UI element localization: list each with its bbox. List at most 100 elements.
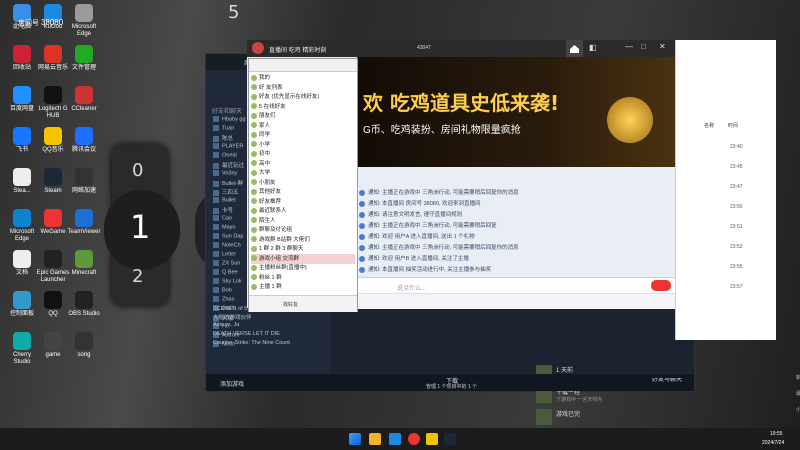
gamepad-icon[interactable]: ◧ [589,43,597,52]
card-sub: 了游戏中 一言天呀内 [556,397,603,403]
clock-time[interactable]: 19:55 [770,431,783,437]
desktop-icon[interactable]: 网络加速 [66,168,102,195]
qq-contact-item[interactable]: 好友推荐 [251,197,355,207]
desktop-icon[interactable]: song [66,332,102,359]
steam-friend-label: 三四五 [222,190,239,196]
chat-message: 通知: 本直播间 房间号 38080, 欢迎来到直播间 [359,199,659,209]
desktop-icon[interactable]: OBS Studio [66,291,102,318]
file-row[interactable]: 23:55 [680,264,770,274]
taskbar-steam-icon[interactable] [444,433,456,445]
desktop-icon-label: Minecraft [71,270,97,276]
qq-contact-item[interactable]: 朋友们 [251,111,355,121]
steam-right-item[interactable]: 最近 3次 [796,390,800,397]
file-col-name[interactable]: 名称 [704,122,714,129]
qq-contact-item[interactable]: 我的 [251,73,355,83]
qq-find-friends[interactable]: 找好友 [283,301,298,308]
home-icon-svg [570,45,579,53]
qq-contact-item[interactable]: 1 群 2 群 3 群聊天 [251,244,355,254]
promo-banner[interactable]: 欢 吃鸡道具史低来袭! G币、吃鸡装扮、房间礼物限量疯抢 [357,57,675,167]
qq-contact-item[interactable]: 游戏群 B站群 大佬们 [251,235,355,245]
chat-message-text: 通知: 请注意文明发言, 遵守直播间规则 [368,212,463,218]
qq-contact-label: 粉丝 1 群 [259,274,282,281]
qq-contact-item[interactable]: 陌生人 [251,216,355,226]
qq-contact-item[interactable]: 5 在线好友 [251,102,355,112]
desktop-icon[interactable]: Minecraft [66,250,102,277]
app-icon [75,332,93,350]
start-icon[interactable] [349,433,361,445]
file-row[interactable]: 23:45 [680,164,770,174]
app-icon [75,209,93,227]
steam-friend-label: Oneal [222,152,237,159]
keypad-digit-5[interactable]: 5 [228,2,239,23]
file-col-time[interactable]: 时间 [728,122,738,129]
qq-contact-item[interactable]: 其他好友 [251,187,355,197]
qq-contact-item[interactable]: 好 友列表 [251,83,355,93]
gift-bar [357,293,675,309]
file-row[interactable]: 23:51 [680,224,770,234]
steam-game-item[interactable]: Counter-Strike: The Nine Count [213,340,325,349]
chat-input[interactable]: 说点什么... [397,283,426,292]
desktop-icon[interactable]: 文件管理 [66,45,102,72]
qq-contact-item[interactable]: 同学 [251,130,355,140]
steam-game-item[interactable]: Astrum, Ja [213,322,325,331]
qq-contact-item[interactable]: 最近联系人 [251,206,355,216]
file-row[interactable]: 23:50 [680,204,770,214]
qq-contact-label: 群聊及讨论组 [259,227,293,233]
qq-contact-item[interactable]: 小学 [251,140,355,150]
qq-contact-item[interactable]: 初中 [251,149,355,159]
card-thumbnail [536,409,552,425]
taskbar-kugou-icon[interactable] [389,433,401,445]
qq-contact-label: 游戏群 B站群 大佬们 [259,236,310,243]
taskbar-files-icon[interactable] [369,433,381,445]
qq-contact-item[interactable]: 群聊及讨论组 [251,225,355,235]
app-icon [44,332,62,350]
keypad-digit-2[interactable]: 2 [132,266,143,287]
taskbar-chrome-icon[interactable] [408,433,420,445]
qq-contact-item[interactable]: 游戏小组 交流群 [251,253,355,264]
file-row[interactable]: 23:47 [680,184,770,194]
add-game-button[interactable]: 添加游戏 [220,379,244,388]
steam-game-item[interactable]: DEATH VERSE LET IT DIE [213,331,325,340]
minimize-icon[interactable]: — [625,42,633,51]
steam-right-item[interactable]: 小猫猫 [796,406,800,413]
steam-game-item[interactable]: 大咖的游戏伙伴 [213,313,325,322]
steam-news-card[interactable]: 游戏已完 [536,408,646,426]
maximize-icon[interactable]: □ [641,42,646,51]
steam-right-item[interactable]: 新闻 资讯 [796,374,800,381]
keypad-digit-1[interactable]: 1 [130,208,150,246]
qq-contact-label: 好 友列表 [259,84,283,91]
steam-bottom-list: SCENE 1 of 5,NOTE 1 · 在线信息1123大咖的游戏伙伴Ast… [206,304,331,374]
home-icon[interactable] [566,40,583,57]
qq-contact-item[interactable]: 大学 [251,168,355,178]
qq-contact-item[interactable]: 主播粉丝群(直播中) [251,263,355,273]
qq-contact-item[interactable]: 粉丝 1 群 [251,273,355,283]
keypad-digit-0[interactable]: 0 [132,160,143,181]
qq-contact-item[interactable]: 家人 [251,121,355,131]
desktop-icon[interactable]: 腾讯会议 [66,127,102,154]
qq-contact-item[interactable]: 小朋友 [251,178,355,188]
friends-chat-button[interactable]: 好友与聊天 [652,378,682,383]
file-row[interactable]: 23:53 [680,244,770,254]
steam-friend-label: Bullet [222,197,236,204]
desktop-icon[interactable]: CCleaner [66,86,102,113]
desktop-icon[interactable]: TeamViewer [66,209,102,236]
desktop-icon[interactable]: Microsoft Edge [66,4,102,38]
steam-friend-label: NoteCh [222,242,241,249]
qq-contact-item[interactable]: 高中 [251,159,355,169]
steam-friend-label: Vo3ny [222,170,238,177]
qq-contact-item[interactable]: 主播 1 群 [251,282,355,292]
contact-avatar-icon [251,141,257,148]
file-row[interactable]: 23:40 [680,144,770,154]
close-icon[interactable]: ✕ [659,42,666,51]
app-icon [44,86,62,104]
send-button[interactable] [651,280,671,291]
qq-contact-item[interactable]: 好友 (优先显示在线好友) [251,92,355,102]
taskbar-qq-icon[interactable] [426,433,438,445]
contact-avatar-icon [251,274,257,281]
notice-icon [359,211,365,218]
clock-date[interactable]: 2024/7/24 [762,440,784,446]
desktop-icon-label: 腾讯会议 [71,147,96,153]
contact-avatar-icon [251,122,257,129]
downloads-sub: 管理 1 个项目中的 1 个 [426,384,478,390]
file-row[interactable]: 23:57 [680,284,770,294]
